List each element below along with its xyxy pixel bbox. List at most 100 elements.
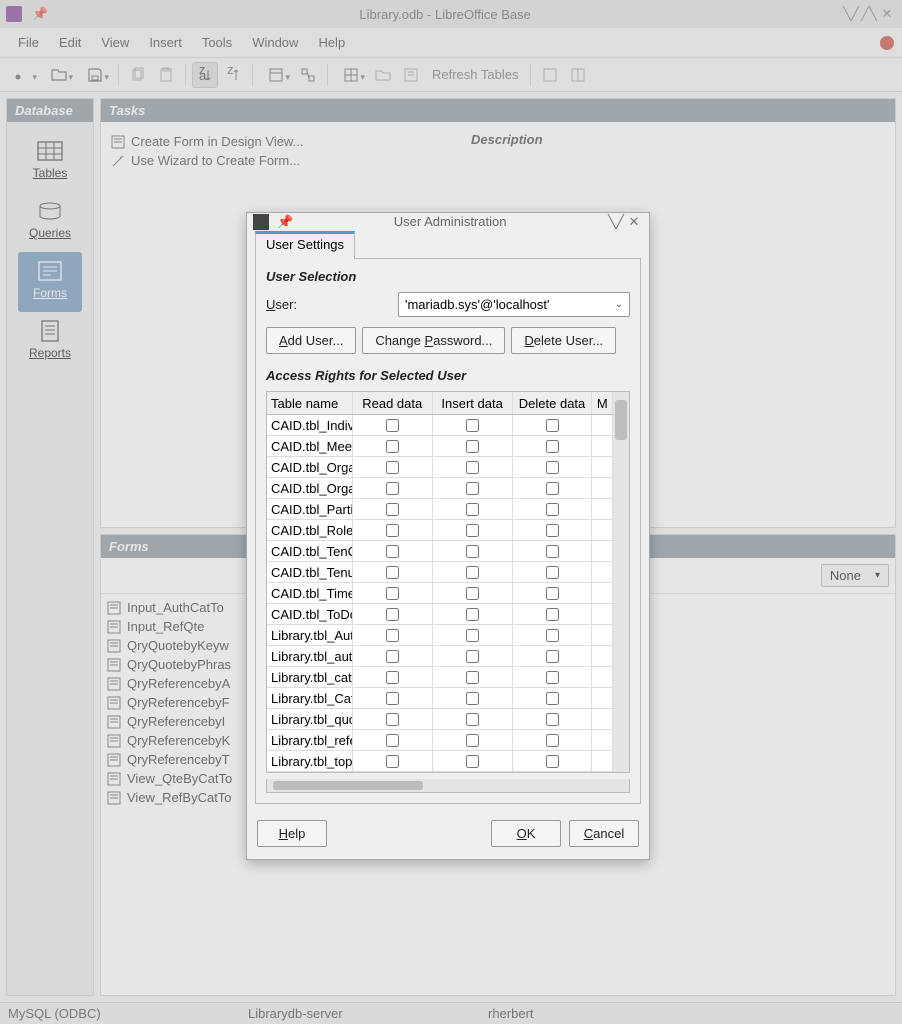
menu-help[interactable]: Help xyxy=(308,31,355,54)
read-checkbox[interactable] xyxy=(386,440,399,453)
add-user-button[interactable]: Add User... xyxy=(266,327,356,354)
user-combo[interactable]: 'mariadb.sys'@'localhost' ⌄ xyxy=(398,292,630,317)
edit-table-button[interactable] xyxy=(398,62,424,88)
insert-checkbox[interactable] xyxy=(466,419,479,432)
read-checkbox[interactable] xyxy=(386,692,399,705)
read-checkbox[interactable] xyxy=(386,713,399,726)
grid-button-1[interactable] xyxy=(537,62,563,88)
vertical-scrollbar[interactable] xyxy=(613,392,629,772)
nav-queries[interactable]: Queries xyxy=(18,192,82,252)
copy-button[interactable] xyxy=(125,62,151,88)
task-create-design[interactable]: Create Form in Design View... xyxy=(111,132,471,151)
read-checkbox[interactable] xyxy=(386,650,399,663)
insert-checkbox[interactable] xyxy=(466,440,479,453)
new-button[interactable]: ▾ xyxy=(6,62,40,88)
help-button[interactable]: Help xyxy=(257,820,327,847)
menu-file[interactable]: File xyxy=(8,31,49,54)
delete-checkbox[interactable] xyxy=(546,608,559,621)
menu-insert[interactable]: Insert xyxy=(139,31,192,54)
insert-checkbox[interactable] xyxy=(466,629,479,642)
delete-checkbox[interactable] xyxy=(546,482,559,495)
insert-checkbox[interactable] xyxy=(466,461,479,474)
insert-checkbox[interactable] xyxy=(466,482,479,495)
form-button[interactable]: ▾ xyxy=(259,62,293,88)
relations-button[interactable] xyxy=(295,62,321,88)
read-checkbox[interactable] xyxy=(386,734,399,747)
delete-checkbox[interactable] xyxy=(546,587,559,600)
close-window-button[interactable]: ✕ xyxy=(878,6,896,22)
insert-checkbox[interactable] xyxy=(466,545,479,558)
menu-tools[interactable]: Tools xyxy=(192,31,242,54)
paste-button[interactable] xyxy=(153,62,179,88)
col-delete[interactable]: Delete data xyxy=(513,392,593,414)
ok-button[interactable]: OK xyxy=(491,820,561,847)
delete-checkbox[interactable] xyxy=(546,650,559,663)
menu-edit[interactable]: Edit xyxy=(49,31,91,54)
delete-checkbox[interactable] xyxy=(546,461,559,474)
pin-icon[interactable]: 📌 xyxy=(32,6,48,22)
read-checkbox[interactable] xyxy=(386,524,399,537)
delete-checkbox[interactable] xyxy=(546,524,559,537)
close-document-button[interactable] xyxy=(880,36,894,50)
menu-view[interactable]: View xyxy=(91,31,139,54)
read-checkbox[interactable] xyxy=(386,482,399,495)
delete-checkbox[interactable] xyxy=(546,734,559,747)
col-read[interactable]: Read data xyxy=(353,392,433,414)
open-table-button[interactable] xyxy=(370,62,396,88)
insert-checkbox[interactable] xyxy=(466,608,479,621)
nav-forms[interactable]: Forms xyxy=(18,252,82,312)
delete-checkbox[interactable] xyxy=(546,419,559,432)
read-checkbox[interactable] xyxy=(386,608,399,621)
refresh-tables-button[interactable]: Refresh Tables xyxy=(426,62,524,88)
dialog-close-button[interactable]: ✕ xyxy=(625,214,643,230)
dialog-minimize-button[interactable]: ╲╱ xyxy=(607,214,625,230)
minimize-button[interactable]: ╲╱ xyxy=(842,6,860,22)
insert-checkbox[interactable] xyxy=(466,692,479,705)
cancel-button[interactable]: Cancel xyxy=(569,820,639,847)
read-checkbox[interactable] xyxy=(386,671,399,684)
delete-checkbox[interactable] xyxy=(546,629,559,642)
task-wizard[interactable]: Use Wizard to Create Form... xyxy=(111,151,471,170)
insert-checkbox[interactable] xyxy=(466,671,479,684)
menu-window[interactable]: Window xyxy=(242,31,308,54)
tab-user-settings[interactable]: User Settings xyxy=(255,231,355,259)
change-password-button[interactable]: Change Password... xyxy=(362,327,505,354)
pin-icon[interactable]: 📌 xyxy=(277,214,293,230)
insert-checkbox[interactable] xyxy=(466,713,479,726)
view-mode-select[interactable]: None ▾ xyxy=(821,564,889,587)
col-table-name[interactable]: Table name xyxy=(267,392,353,414)
insert-checkbox[interactable] xyxy=(466,650,479,663)
grid-button-2[interactable] xyxy=(565,62,591,88)
delete-checkbox[interactable] xyxy=(546,566,559,579)
read-checkbox[interactable] xyxy=(386,755,399,768)
col-insert[interactable]: Insert data xyxy=(433,392,513,414)
insert-checkbox[interactable] xyxy=(466,524,479,537)
insert-checkbox[interactable] xyxy=(466,755,479,768)
delete-checkbox[interactable] xyxy=(546,440,559,453)
insert-checkbox[interactable] xyxy=(466,734,479,747)
read-checkbox[interactable] xyxy=(386,545,399,558)
horizontal-scrollbar[interactable] xyxy=(266,779,630,793)
table-button[interactable]: ▾ xyxy=(334,62,368,88)
insert-checkbox[interactable] xyxy=(466,587,479,600)
read-checkbox[interactable] xyxy=(386,566,399,579)
col-more[interactable]: M xyxy=(592,392,613,414)
read-checkbox[interactable] xyxy=(386,503,399,516)
nav-tables[interactable]: Tables xyxy=(18,132,82,192)
delete-checkbox[interactable] xyxy=(546,671,559,684)
insert-checkbox[interactable] xyxy=(466,503,479,516)
delete-checkbox[interactable] xyxy=(546,692,559,705)
delete-checkbox[interactable] xyxy=(546,503,559,516)
sort-desc-button[interactable]: z xyxy=(220,62,246,88)
read-checkbox[interactable] xyxy=(386,419,399,432)
insert-checkbox[interactable] xyxy=(466,566,479,579)
read-checkbox[interactable] xyxy=(386,629,399,642)
maximize-button[interactable]: ╱╲ xyxy=(860,6,878,22)
delete-user-button[interactable]: Delete User... xyxy=(511,327,616,354)
read-checkbox[interactable] xyxy=(386,461,399,474)
save-button[interactable]: ▾ xyxy=(78,62,112,88)
delete-checkbox[interactable] xyxy=(546,755,559,768)
read-checkbox[interactable] xyxy=(386,587,399,600)
sort-asc-button[interactable]: za xyxy=(192,62,218,88)
nav-reports[interactable]: Reports xyxy=(18,312,82,372)
